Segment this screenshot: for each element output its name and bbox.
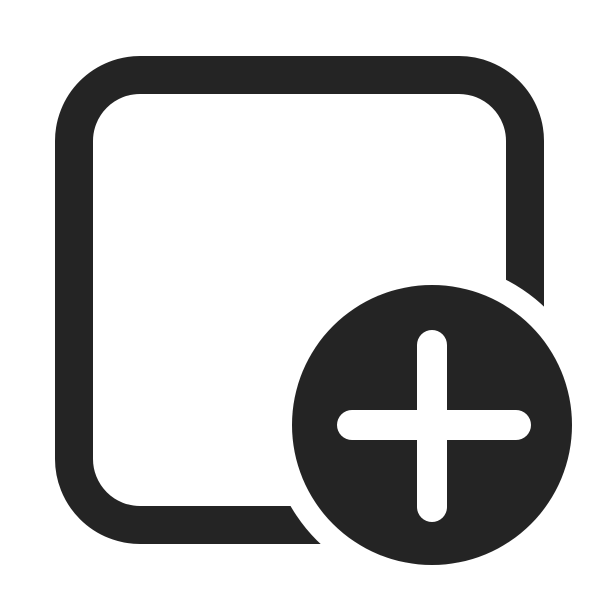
add-square-icon [0, 0, 600, 600]
icon-canvas [0, 0, 600, 600]
add-square-svg [55, 56, 572, 565]
